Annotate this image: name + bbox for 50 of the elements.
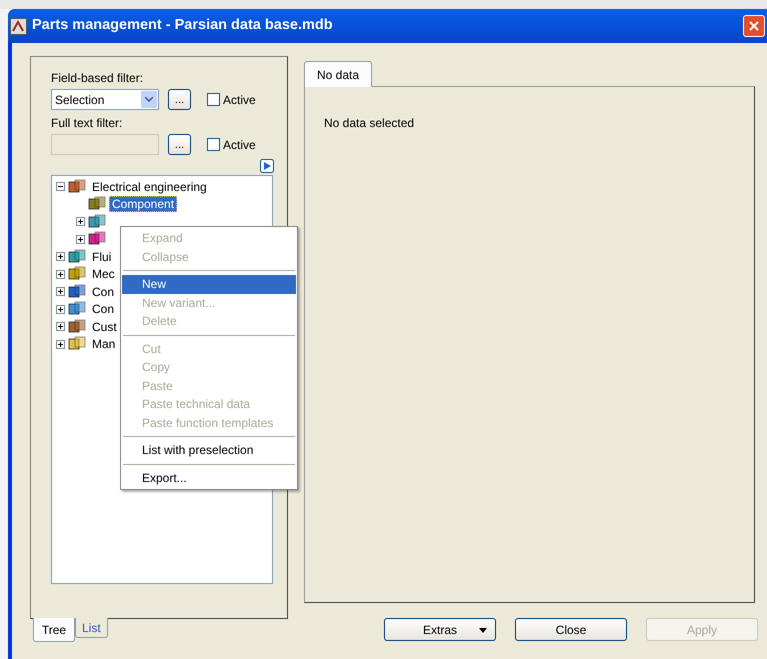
menu-item[interactable]: New [122,275,296,294]
expand-icon[interactable] [56,322,65,332]
extras-button[interactable]: Extras [384,618,496,641]
expand-icon[interactable] [76,217,85,226]
node-icon [88,214,106,230]
browse-button[interactable]: ... [168,89,191,110]
close-icon [749,21,759,31]
expand-icon[interactable] [56,340,65,349]
node-icon [68,301,86,318]
node-icon [68,178,86,195]
close-button[interactable] [743,15,765,37]
checkbox-label: Active [223,136,256,154]
expand-icon[interactable] [56,304,65,314]
tree-item[interactable]: Mec [89,266,118,282]
filter-label: Full text filter: [51,116,124,131]
node-icon [68,318,86,335]
chevron-down-icon [145,97,153,102]
node-icon [68,266,86,282]
checkbox-label: Active [223,92,256,108]
node-icon [68,284,86,300]
caret-icon [479,628,487,633]
tree-item[interactable]: Flui [89,248,114,265]
play-icon[interactable] [260,159,274,173]
filter-combo[interactable]: Selection [51,89,159,110]
node-icon [88,231,106,248]
menu-item[interactable]: List with preselection [122,441,296,460]
collapse-icon[interactable] [56,182,65,192]
tree-item[interactable]: Con [89,301,118,318]
active-checkbox[interactable] [207,93,220,106]
detail-tab[interactable]: No data [304,61,372,87]
dialog-button[interactable]: Close [515,618,627,641]
node-icon [88,196,106,212]
app-icon [10,18,27,34]
window-title: Parts management - Parsian data base.mdb [32,16,333,36]
expand-icon[interactable] [76,234,85,244]
view-tab[interactable]: Tree [33,618,75,642]
menu-item[interactable]: Export... [122,468,296,487]
expand-icon[interactable] [56,270,65,279]
tree-item[interactable]: Component [109,196,178,212]
tree-item[interactable]: Man [89,336,118,352]
expand-icon[interactable] [56,252,65,262]
filter-label: Field-based filter: [51,71,144,86]
empty-message: No data selected [324,116,414,130]
tree-item[interactable]: Cust [89,318,120,335]
node-icon [68,336,86,352]
node-icon [68,248,86,265]
tree-item[interactable]: Con [89,284,118,300]
tree-item[interactable]: Electrical engineering [89,178,210,195]
expand-icon[interactable] [56,287,65,296]
view-tab[interactable]: List [75,618,108,638]
